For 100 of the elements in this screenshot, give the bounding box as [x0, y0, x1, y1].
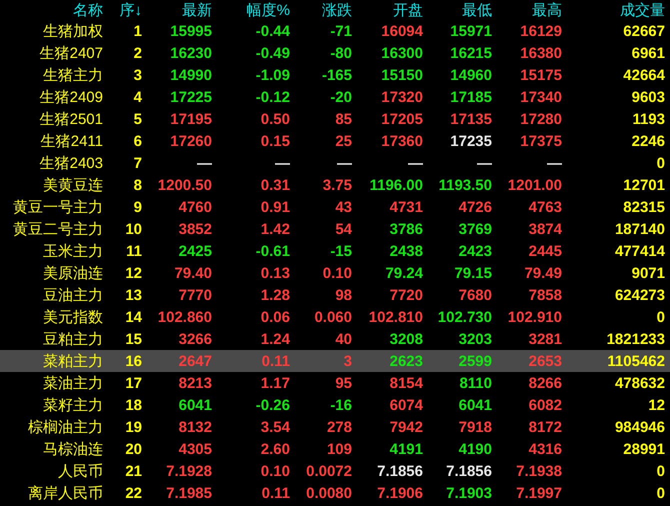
table-cell: 1196.00	[370, 178, 423, 192]
table-cell: 15175	[520, 68, 562, 82]
table-cell: 2599	[458, 354, 492, 368]
table-cell: 1200.50	[158, 178, 212, 192]
table-cell: 7770	[178, 288, 212, 302]
column-header[interactable]: 最新	[142, 0, 212, 22]
table-cell: 85	[335, 112, 352, 126]
table-cell: 17225	[170, 90, 212, 104]
table-cell: 15	[125, 332, 142, 346]
table-cell: 1105462	[607, 354, 665, 368]
table-cell: 0.31	[260, 178, 290, 192]
table-cell: —	[337, 156, 352, 170]
table-cell: 102.730	[438, 310, 492, 324]
selected-row[interactable]: 菜粕主力 16 2647 0.11 3 2623 2599 2653 1105462	[0, 350, 670, 372]
table-cell: 278	[326, 420, 352, 434]
table-cell: 14960	[450, 68, 492, 82]
table-cell: 17195	[170, 112, 212, 126]
table-cell: 3	[134, 68, 142, 82]
table-cell: 8154	[390, 376, 423, 390]
table-cell: 82315	[623, 200, 665, 214]
table-cell: 7918	[458, 420, 492, 434]
table-cell: 1193.50	[438, 178, 492, 192]
table-cell: 棕榈油主力	[28, 420, 103, 434]
table-cell: 15971	[450, 24, 492, 38]
table-cell: 12	[648, 398, 665, 412]
table-cell: 生猪主力	[43, 68, 103, 82]
table-cell: 109	[326, 442, 352, 456]
column-header[interactable]: 开盘	[352, 0, 423, 22]
column-header[interactable]: 最高	[492, 0, 562, 22]
table-cell: 79.40	[174, 266, 212, 280]
table-cell: 62667	[623, 24, 665, 38]
column-header[interactable]: 幅度%	[212, 0, 290, 22]
table-cell: 3.54	[260, 420, 290, 434]
table-cell: 43	[335, 200, 352, 214]
table-cell: 12701	[623, 178, 665, 192]
table-cell: -0.26	[256, 398, 290, 412]
table-cell: 美黄豆连	[43, 178, 103, 192]
table-cell: 3281	[528, 332, 562, 346]
table-cell: 17205	[381, 112, 423, 126]
table-cell: 0.50	[260, 112, 290, 126]
table-cell: -1.09	[256, 68, 290, 82]
table-cell: 0.13	[260, 266, 290, 280]
column-header[interactable]: 涨跌	[290, 0, 352, 22]
table-cell: 1	[134, 24, 142, 38]
table-cell: 9603	[632, 90, 665, 104]
table-cell: 0.10	[260, 464, 290, 478]
table-cell: 28991	[623, 442, 665, 456]
table-cell: 1.28	[260, 288, 290, 302]
table-cell: 0.06	[260, 310, 290, 324]
table-cell: 79.15	[454, 266, 492, 280]
column-header[interactable]: 最低	[423, 0, 492, 22]
table-cell: 2653	[528, 354, 562, 368]
column-header[interactable]: 序↓	[103, 0, 142, 22]
table-cell: 25	[335, 134, 352, 148]
table-cell: 16300	[381, 46, 423, 60]
table-cell: 3266	[178, 332, 212, 346]
table-cell: -80	[330, 46, 352, 60]
table-cell: 14	[125, 310, 142, 324]
table-cell: 6961	[632, 46, 665, 60]
table-cell: 984946	[614, 420, 665, 434]
table-cell: -165	[322, 68, 352, 82]
table-cell: 12	[125, 266, 142, 280]
table-cell: 17320	[381, 90, 423, 104]
table-cell: 16	[125, 354, 142, 368]
table-cell: -15	[330, 244, 352, 258]
table-cell: -71	[330, 24, 352, 38]
table-cell: 4731	[390, 200, 423, 214]
table-cell: 0	[656, 156, 665, 170]
table-cell: 0.10	[322, 266, 352, 280]
table-cell: 0.060	[314, 310, 352, 324]
table-cell: 7.1906	[377, 486, 423, 500]
table-cell: 生猪2411	[40, 134, 103, 148]
table-cell: 8213	[178, 376, 212, 390]
table-cell: 1.17	[260, 376, 290, 390]
table-cell: 102.910	[508, 310, 562, 324]
table-cell: 7.1997	[516, 486, 562, 500]
column-header[interactable]: 成交量	[562, 0, 665, 22]
table-cell: 生猪2501	[40, 112, 103, 126]
table-cell: 8132	[178, 420, 212, 434]
table-cell: 2445	[528, 244, 562, 258]
table-cell: 10	[125, 222, 142, 236]
table-cell: 13	[125, 288, 142, 302]
table-cell: 1.42	[260, 222, 290, 236]
table-cell: 7.1985	[166, 486, 212, 500]
table-cell: 3.75	[322, 178, 352, 192]
column-header[interactable]: 名称	[0, 0, 103, 22]
table-cell: 21	[125, 464, 142, 478]
table-cell: 7	[134, 156, 142, 170]
table-cell: —	[477, 156, 492, 170]
table-cell: 1821233	[606, 332, 665, 346]
table-cell: 7680	[458, 288, 492, 302]
table-cell: 9	[134, 200, 142, 214]
table-cell: 9071	[632, 266, 665, 280]
table-cell: 16129	[520, 24, 562, 38]
table-cell: 7858	[528, 288, 562, 302]
table-cell: 菜油主力	[43, 376, 103, 390]
table-cell: -0.49	[256, 46, 290, 60]
table-cell: —	[547, 156, 562, 170]
table-cell: -0.61	[256, 244, 290, 258]
table-cell: 4	[134, 90, 142, 104]
